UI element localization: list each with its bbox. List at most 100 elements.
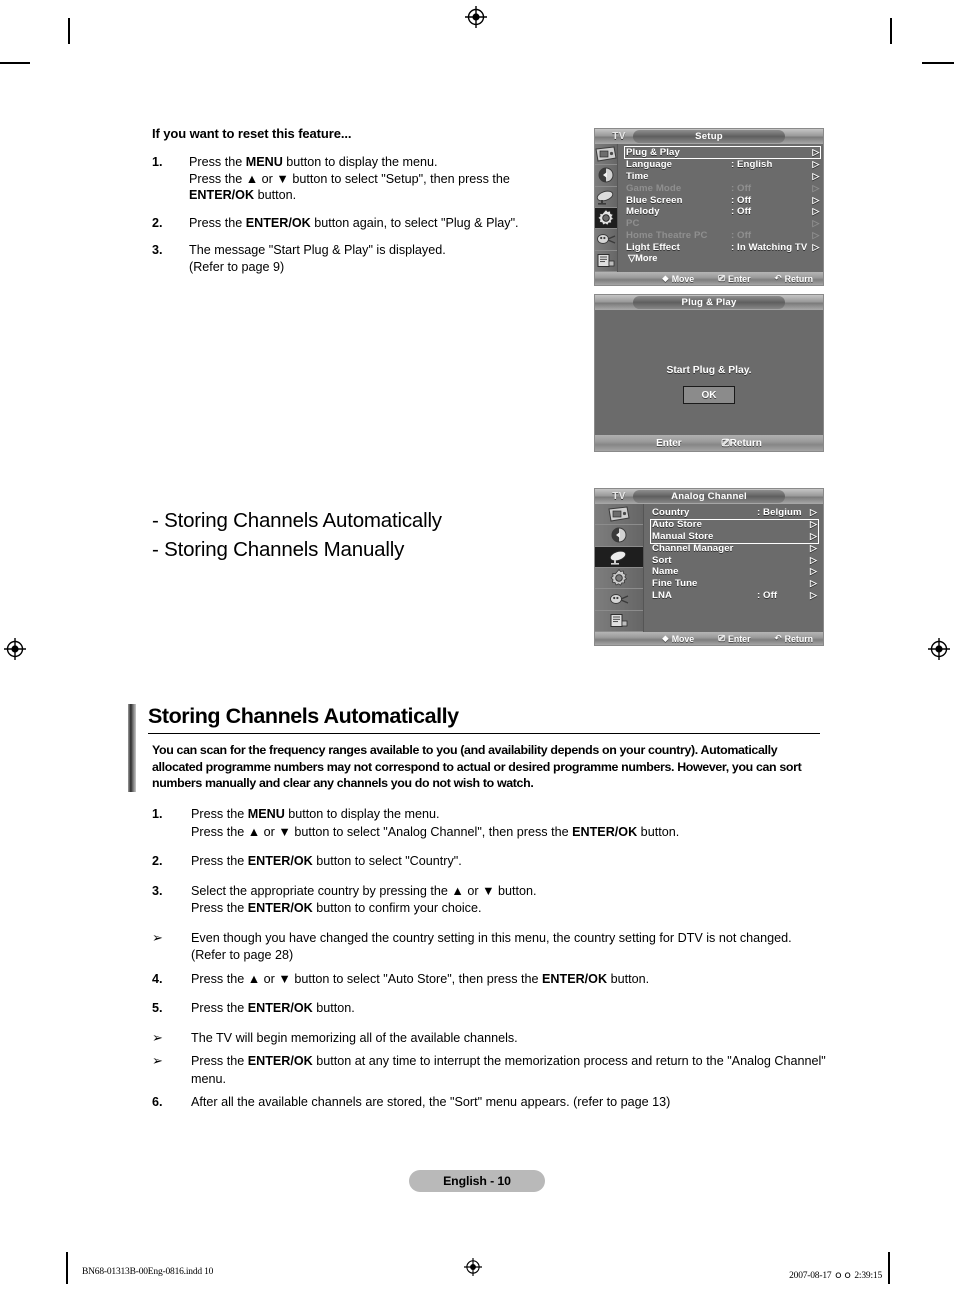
osd-item-value: : Off: [757, 589, 778, 601]
step-text: Press the MENU button to display the men…: [189, 155, 510, 202]
osd-item-label: Country: [652, 507, 690, 519]
step-text: Press the MENU button to display the men…: [191, 807, 680, 839]
osd-item-label: PC: [626, 218, 640, 230]
chevron-right-icon: ▷: [812, 229, 820, 240]
input-plug-icon[interactable]: [595, 229, 617, 251]
note-bullet-icon: ➢: [152, 1030, 163, 1046]
step-item: ➢ Even though you have changed the countr…: [152, 930, 828, 965]
footer-filename: BN68-01313B-00Eng-0816.indd 10: [82, 1267, 214, 1277]
osd-more-indicator[interactable]: ▽More: [626, 253, 819, 264]
chevron-right-icon: ▷: [809, 542, 817, 553]
osd-setup-enter-hint: ⎚ Enter: [718, 273, 751, 284]
osd-item-value: : Off: [731, 182, 752, 194]
chevron-right-icon: ▷: [809, 566, 817, 577]
osd-plugplay-body: Start Plug & Play. OK: [595, 310, 823, 435]
step-item: 6. After all the available channels are s…: [152, 1094, 828, 1112]
osd-menu-item[interactable]: Fine Tune ▷: [652, 578, 817, 590]
footer-timestamp: 2007-08-17 ｏｏ 2:39:15: [789, 1271, 882, 1281]
osd-menu-item[interactable]: LNA: Off ▷: [652, 590, 817, 602]
chevron-right-icon: ▷: [812, 241, 820, 252]
osd-analog-sidebar[interactable]: [595, 504, 644, 632]
step-number: 4.: [152, 971, 163, 986]
osd-menu-item[interactable]: Time ▷: [626, 171, 819, 183]
chevron-right-icon: ▷: [812, 147, 820, 158]
return-arrow-icon: ↶: [774, 273, 782, 284]
step-number: 2.: [152, 215, 163, 230]
osd-plugplay-ok-button[interactable]: OK: [683, 386, 735, 404]
sound-icon[interactable]: [595, 525, 643, 547]
osd-menu-item[interactable]: Blue Screen: Off ▷: [626, 194, 819, 206]
osd-analog-channel-menu[interactable]: TV Analog Channel Country: Belgium ▷ Au…: [594, 488, 824, 646]
osd-menu-item[interactable]: Auto Store ▷: [652, 519, 817, 531]
osd-analog-body: Country: Belgium ▷ Auto Store ▷ Manual Store…: [595, 504, 823, 632]
step-text: After all the available channels are sto…: [191, 1095, 671, 1109]
step-item: 3. Select the appropriate country by pres…: [152, 883, 828, 918]
osd-menu-item[interactable]: Sort ▷: [652, 554, 817, 566]
osd-menu-item[interactable]: Melody: Off ▷: [626, 206, 819, 218]
step-text: The message "Start Plug & Play" is displ…: [189, 243, 446, 274]
osd-analog-return-hint: ↶ Return: [774, 633, 813, 644]
storing-auto-line: - Storing Channels Automatically: [152, 509, 442, 532]
chevron-right-icon: ▷: [812, 206, 820, 217]
osd-analog-move-hint: ◆ Move: [662, 633, 695, 644]
chevron-right-icon: ▷: [809, 507, 817, 518]
step-item: 3. The message "Start Plug & Play" is dis…: [152, 242, 572, 275]
note-bullet-icon: ➢: [152, 930, 163, 946]
step-item: 2. Press the ENTER/OK button again, to se…: [152, 215, 572, 232]
enter-key-icon: ⎚: [718, 273, 726, 284]
reset-feature-step-list: 1. Press the MENU button to display the m…: [152, 154, 572, 275]
osd-plugplay-footer: Enter ⎚Return: [595, 435, 823, 451]
crop-mark-top-left: [68, 18, 70, 44]
channel-dish-icon[interactable]: [595, 546, 643, 568]
pc-setup-icon[interactable]: [595, 611, 643, 632]
storing-auto-step-list: 1. Press the MENU button to display the m…: [152, 806, 828, 1112]
osd-item-label: Name: [652, 566, 679, 578]
osd-item-value: : Off: [731, 229, 752, 241]
chevron-right-icon: ▷: [812, 194, 820, 205]
crop-mark-top-right: [890, 18, 892, 44]
osd-plugplay-enter-hint: Enter: [656, 437, 682, 449]
osd-setup-sidebar[interactable]: [595, 144, 618, 272]
osd-plug-and-play-dialog[interactable]: Plug & Play Start Plug & Play. OK Enter …: [594, 294, 824, 452]
osd-item-label: Time: [626, 170, 649, 182]
crop-mark-right-top: [922, 62, 954, 64]
osd-menu-item[interactable]: Manual Store ▷: [652, 531, 817, 543]
osd-menu-item: PC ▷: [626, 218, 819, 230]
osd-setup-item-list[interactable]: Plug & Play ▷ Language: English ▷ Time ▷ Game …: [618, 144, 823, 272]
osd-menu-item[interactable]: Light Effect: In Watching TV ▷: [626, 241, 819, 253]
step-item: 4. Press the ▲ or ▼ button to select "Aut…: [152, 971, 828, 989]
page-number-badge: English - 10: [409, 1170, 545, 1192]
picture-icon[interactable]: [595, 144, 617, 166]
step-item: ➢ Press the ENTER/OK button at any time t…: [152, 1053, 828, 1088]
osd-plugplay-message: Start Plug & Play.: [666, 365, 752, 376]
chevron-right-icon: ▷: [809, 578, 817, 589]
step-number: 2.: [152, 854, 163, 868]
sound-icon[interactable]: [595, 165, 617, 187]
osd-menu-item[interactable]: Channel Manager ▷: [652, 542, 817, 554]
chevron-right-icon: ▷: [812, 170, 820, 181]
osd-menu-item: Home Theatre PC: Off ▷: [626, 230, 819, 242]
pc-setup-icon[interactable]: [595, 251, 617, 272]
input-plug-icon[interactable]: [595, 589, 643, 611]
setup-gear-icon[interactable]: [595, 568, 643, 590]
osd-setup-menu[interactable]: TV Setup Plug & Play ▷ Language: Englis…: [594, 128, 824, 286]
chevron-right-icon: ▷: [809, 519, 817, 530]
setup-gear-icon[interactable]: [595, 207, 617, 230]
osd-item-label: Manual Store: [652, 530, 714, 542]
osd-menu-item[interactable]: Country: Belgium ▷: [652, 507, 817, 519]
return-arrow-icon: ↶: [774, 633, 782, 644]
return-arrow-icon: ⎚: [721, 437, 730, 449]
osd-menu-item[interactable]: Plug & Play ▷: [626, 147, 819, 159]
chevron-right-icon: ▷: [812, 218, 820, 229]
step-number: 1.: [152, 155, 163, 169]
channel-dish-icon[interactable]: [595, 187, 617, 208]
osd-setup-return-hint: ↶ Return: [774, 273, 813, 284]
step-text: Press the ENTER/OK button again, to sele…: [189, 215, 519, 230]
osd-item-value: : English: [731, 159, 773, 171]
picture-icon[interactable]: [595, 504, 643, 526]
osd-menu-item[interactable]: Name ▷: [652, 566, 817, 578]
osd-analog-item-list[interactable]: Country: Belgium ▷ Auto Store ▷ Manual Store…: [644, 504, 823, 632]
updown-arrow-icon: ◆: [662, 633, 669, 644]
osd-menu-item[interactable]: Language: English ▷: [626, 159, 819, 171]
osd-plugplay-title: Plug & Play: [633, 296, 785, 309]
